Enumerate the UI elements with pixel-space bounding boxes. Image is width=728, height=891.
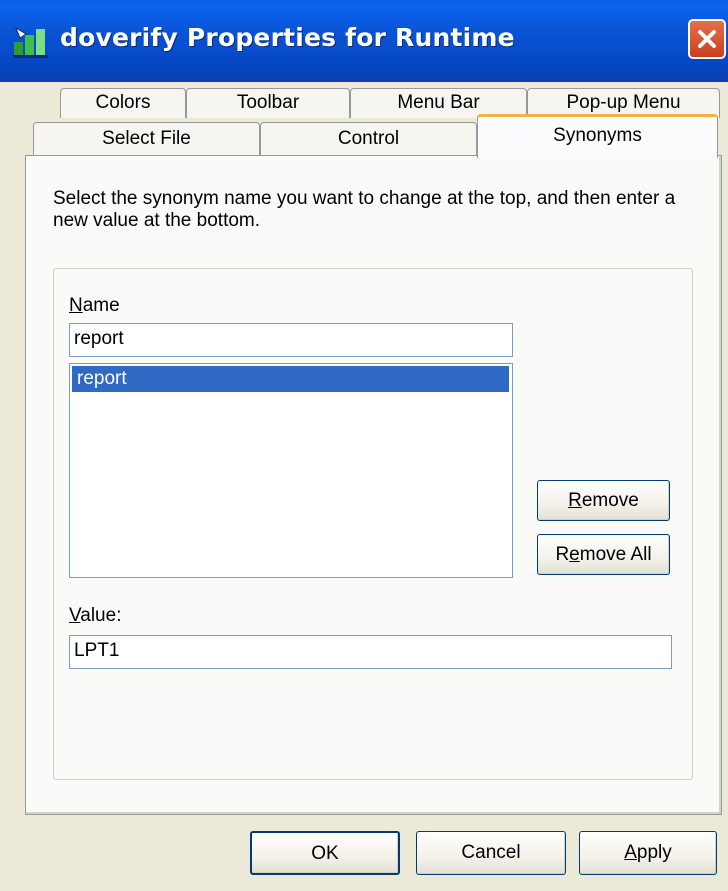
tab-menu-bar-label: Menu Bar bbox=[397, 92, 480, 113]
tab-toolbar[interactable]: Toolbar bbox=[186, 88, 350, 118]
apply-button[interactable]: Apply bbox=[579, 831, 717, 875]
tab-control[interactable]: Control bbox=[260, 122, 477, 156]
remove-all-button[interactable]: Remove All bbox=[537, 534, 670, 575]
tab-select-file-label: Select File bbox=[102, 128, 191, 149]
title-bar: doverify Properties for Runtime bbox=[0, 0, 728, 82]
instructions-text: Select the synonym name you want to chan… bbox=[53, 188, 676, 231]
list-item[interactable]: report bbox=[72, 366, 509, 392]
tab-control-label: Control bbox=[337, 128, 400, 149]
cancel-button[interactable]: Cancel bbox=[416, 831, 566, 875]
tab-toolbar-label: Toolbar bbox=[236, 92, 300, 113]
value-label: Value: bbox=[69, 605, 122, 626]
tab-popup-menu-label: Pop-up Menu bbox=[566, 92, 681, 113]
name-label: Name bbox=[69, 295, 120, 316]
ok-button[interactable]: OK bbox=[250, 831, 400, 875]
window-title: doverify Properties for Runtime bbox=[60, 23, 515, 52]
tab-colors[interactable]: Colors bbox=[60, 88, 186, 118]
tab-select-file[interactable]: Select File bbox=[33, 122, 260, 156]
name-input[interactable]: report bbox=[69, 323, 513, 357]
close-icon bbox=[698, 30, 716, 48]
tab-colors-label: Colors bbox=[95, 92, 151, 113]
close-button[interactable] bbox=[688, 19, 726, 59]
tab-synonyms-label: Synonyms bbox=[553, 125, 642, 146]
value-input[interactable]: LPT1 bbox=[69, 635, 672, 669]
synonym-listbox[interactable]: report bbox=[69, 363, 513, 578]
tab-synonyms[interactable]: Synonyms bbox=[477, 114, 718, 158]
doverify-app-icon bbox=[13, 26, 48, 58]
remove-button[interactable]: Remove bbox=[537, 480, 670, 521]
